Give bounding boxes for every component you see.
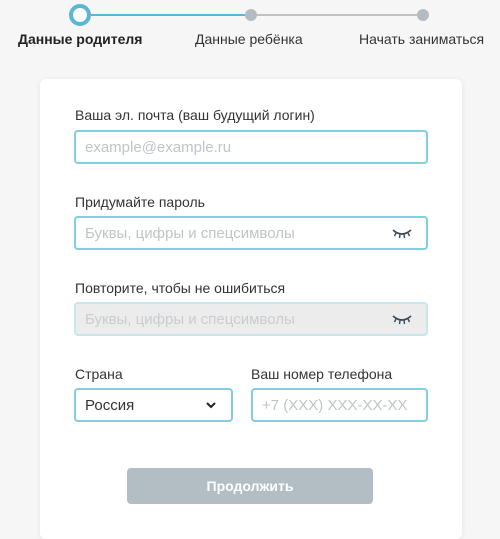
country-label: Страна xyxy=(75,366,123,382)
step-dot-child-data xyxy=(245,9,257,21)
chevron-down-icon xyxy=(206,402,216,409)
eye-closed-icon xyxy=(392,315,412,325)
email-label: Ваша эл. почта (ваш будущий логин) xyxy=(75,107,315,123)
step-label-start-learning: Начать заниматься xyxy=(359,31,485,47)
progress-stepper: Данные родителя Данные ребёнка Начать за… xyxy=(0,0,500,60)
phone-input[interactable]: +7 (XXX) XXX-XX-XX xyxy=(251,388,428,422)
password-placeholder: Буквы, цифры и спецсимволы xyxy=(85,224,295,242)
password-label: Придумайте пароль xyxy=(75,194,205,210)
stepper-line-pending xyxy=(257,14,417,16)
phone-placeholder: +7 (XXX) XXX-XX-XX xyxy=(262,396,408,414)
password-repeat-input: Буквы, цифры и спецсимволы xyxy=(74,302,428,336)
password-input[interactable]: Буквы, цифры и спецсимволы xyxy=(74,216,428,250)
eye-closed-icon[interactable] xyxy=(392,227,412,239)
step-label-parent-data: Данные родителя xyxy=(18,31,143,47)
stepper-line-completed xyxy=(89,14,245,16)
step-label-child-data: Данные ребёнка xyxy=(195,31,303,47)
country-selected-value: Россия xyxy=(85,396,135,414)
password-repeat-placeholder: Буквы, цифры и спецсимволы xyxy=(85,310,295,328)
email-placeholder: example@example.ru xyxy=(85,138,232,156)
registration-form-card: Ваша эл. почта (ваш будущий логин) examp… xyxy=(40,79,462,539)
password-repeat-label: Повторите, чтобы не ошибиться xyxy=(75,280,286,296)
step-dot-parent-data xyxy=(69,4,91,26)
step-dot-start-learning xyxy=(417,9,429,21)
country-select[interactable]: Россия xyxy=(74,388,233,422)
email-input[interactable]: example@example.ru xyxy=(74,130,428,164)
continue-button[interactable]: Продолжить xyxy=(127,468,373,504)
phone-label: Ваш номер телефона xyxy=(251,366,393,382)
